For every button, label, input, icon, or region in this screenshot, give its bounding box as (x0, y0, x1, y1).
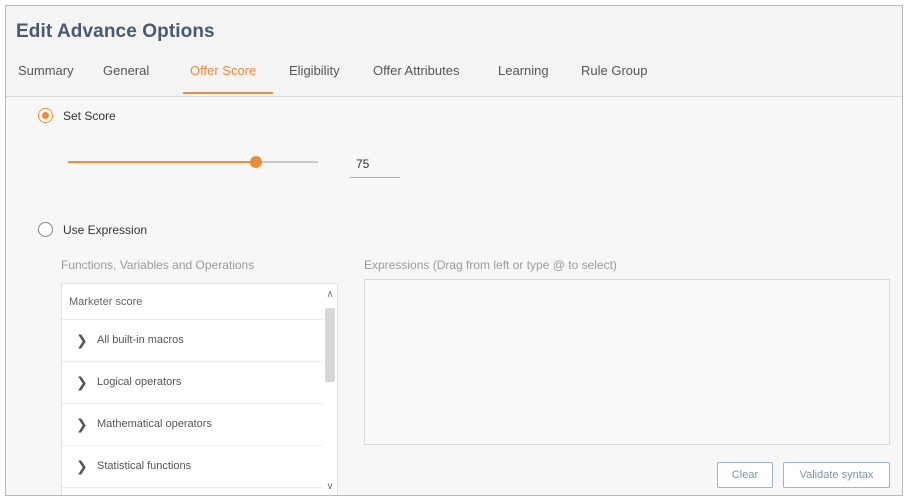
expression-textarea[interactable] (364, 279, 890, 445)
offer-score-panel: Set Score 75 Use Expression Functions, V… (6, 97, 902, 495)
tab-rule-group[interactable]: Rule Group (574, 60, 654, 94)
list-item-mathematical-operators[interactable]: ❯ Mathematical operators (62, 404, 323, 446)
list-item-statistical-functions[interactable]: ❯ Statistical functions (62, 446, 323, 488)
set-score-radio[interactable] (38, 108, 53, 123)
list-item-label: All built-in macros (97, 334, 184, 346)
use-expression-label: Use Expression (63, 223, 148, 237)
chevron-up-icon[interactable]: ∧ (324, 288, 336, 302)
chevron-right-icon: ❯ (76, 416, 88, 432)
edit-advance-options-dialog: Edit Advance Options Summary General Off… (5, 5, 903, 496)
set-score-label: Set Score (63, 109, 116, 123)
clear-button[interactable]: Clear (717, 462, 773, 488)
validate-syntax-button[interactable]: Validate syntax (783, 462, 890, 488)
functions-search-input[interactable]: Marketer score (62, 284, 323, 320)
expressions-panel-heading: Expressions (Drag from left or type @ to… (364, 258, 617, 272)
functions-list-scrollbar[interactable]: ∧ ∨ (323, 284, 337, 495)
chevron-down-icon[interactable]: ∨ (324, 480, 336, 494)
tab-general[interactable]: General (96, 60, 156, 94)
score-slider-thumb[interactable] (249, 156, 262, 168)
functions-list: Marketer score ❯ All built-in macros ❯ L… (61, 283, 338, 495)
scrollbar-thumb[interactable] (325, 308, 335, 382)
score-slider-fill (68, 161, 256, 163)
tab-offer-attributes[interactable]: Offer Attributes (366, 60, 466, 94)
chevron-right-icon: ❯ (76, 374, 88, 390)
chevron-right-icon: ❯ (76, 458, 88, 474)
tab-learning[interactable]: Learning (491, 60, 556, 94)
list-item-logical-operators[interactable]: ❯ Logical operators (62, 362, 323, 404)
list-item-label: Logical operators (97, 376, 182, 388)
radio-selected-dot (42, 112, 49, 119)
tab-offer-score[interactable]: Offer Score (183, 60, 273, 94)
use-expression-radio[interactable] (38, 222, 53, 237)
list-item-label: Statistical functions (97, 460, 192, 472)
functions-panel-heading: Functions, Variables and Operations (61, 258, 255, 272)
score-value-input[interactable]: 75 (350, 156, 400, 178)
list-item-label: Mathematical operators (97, 418, 212, 430)
score-slider[interactable] (68, 156, 318, 168)
tab-eligibility[interactable]: Eligibility (282, 60, 347, 94)
tab-summary[interactable]: Summary (11, 60, 81, 94)
chevron-right-icon: ❯ (76, 332, 88, 348)
dialog-title: Edit Advance Options (16, 21, 215, 42)
dialog-header: Edit Advance Options Summary General Off… (6, 6, 902, 97)
list-item-all-built-in-macros[interactable]: ❯ All built-in macros (62, 320, 323, 362)
